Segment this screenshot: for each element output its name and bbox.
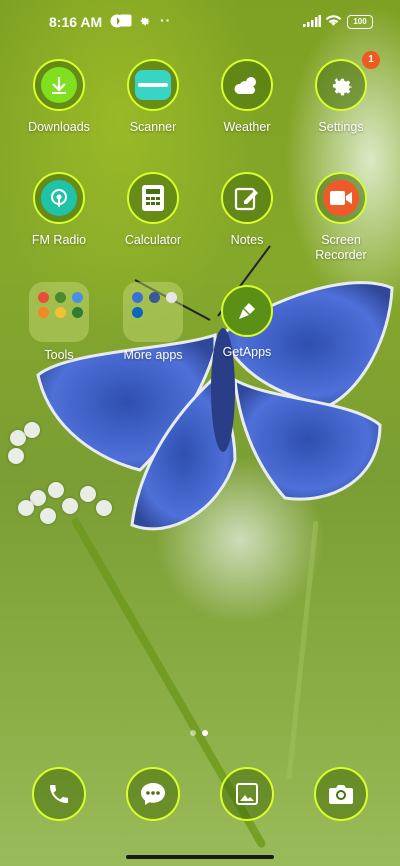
page-dot-active: [202, 730, 208, 736]
app-label: Downloads: [28, 120, 90, 134]
plant-stem: [286, 520, 319, 780]
app-screen-recorder[interactable]: Screen Recorder: [296, 172, 386, 263]
gear-icon: [332, 78, 352, 96]
folder-label: More apps: [123, 348, 183, 362]
app-label: FM Radio: [31, 233, 87, 247]
weather-icon: [234, 77, 256, 94]
app-icon-ring: [315, 59, 367, 111]
app-icon-ring: [221, 59, 273, 111]
mini-app-icon: [132, 307, 143, 318]
app-label: GetApps: [222, 345, 272, 359]
app-icon-ring: [127, 59, 179, 111]
notification-badge: 1: [362, 51, 380, 69]
calculator-icon: [142, 185, 164, 211]
app-icon-ring: [220, 767, 274, 821]
downloads-icon: [41, 67, 77, 103]
dock-gallery[interactable]: [202, 767, 292, 821]
app-label: Scanner: [129, 120, 177, 134]
app-settings[interactable]: 1 Settings: [296, 51, 386, 135]
app-icon-ring: [221, 172, 273, 224]
camera-icon: [329, 785, 353, 804]
home-indicator[interactable]: [126, 855, 274, 859]
mini-app-icon: [55, 292, 66, 303]
battery-icon: 100: [347, 15, 373, 29]
gallery-icon: [236, 783, 258, 805]
radio-icon: [41, 180, 77, 216]
screen-recorder-icon: [323, 180, 359, 216]
square-icon: [119, 14, 132, 32]
mini-app-icon: [132, 292, 143, 303]
app-icon-ring: [32, 767, 86, 821]
mini-app-icon: [38, 307, 49, 318]
app-icon-ring: [315, 172, 367, 224]
app-icon-ring: [314, 767, 368, 821]
app-label: Calculator: [124, 233, 182, 247]
mini-app-icon: [149, 292, 160, 303]
signal-icon: [303, 14, 321, 32]
page-indicator: [188, 730, 212, 738]
app-calculator[interactable]: Calculator: [108, 172, 198, 248]
mini-app-icon: [166, 292, 177, 303]
notes-icon: [234, 187, 258, 211]
folder-tools[interactable]: Tools: [14, 282, 104, 363]
app-weather[interactable]: Weather: [202, 59, 292, 135]
app-label: Weather: [223, 120, 271, 134]
mini-app-icon: [72, 307, 83, 318]
app-notes[interactable]: Notes: [202, 172, 292, 248]
mini-app-icon: [72, 292, 83, 303]
app-icon-ring: [126, 767, 180, 821]
page-dot: [190, 730, 196, 736]
app-fm-radio[interactable]: FM Radio: [14, 172, 104, 248]
scanner-icon: [135, 70, 171, 100]
app-getapps[interactable]: GetApps: [202, 285, 292, 360]
getapps-icon: [239, 303, 255, 319]
app-label: Settings: [318, 120, 364, 134]
wifi-icon: [325, 13, 342, 31]
app-label: Screen Recorder: [315, 233, 367, 262]
messages-icon: [141, 783, 165, 805]
folder-label: Tools: [44, 348, 74, 362]
app-icon-ring: [33, 172, 85, 224]
dock-messages[interactable]: [108, 767, 198, 821]
dock-phone[interactable]: [14, 767, 104, 821]
phone-icon: [50, 785, 68, 803]
app-scanner[interactable]: Scanner: [108, 59, 198, 135]
folder-icon: [29, 282, 89, 342]
app-downloads[interactable]: Downloads: [14, 59, 104, 135]
gear-icon: [138, 14, 151, 32]
folder-icon: [123, 282, 183, 342]
mini-app-icon: [38, 292, 49, 303]
app-icon-ring: [221, 285, 273, 337]
dock-camera[interactable]: [296, 767, 386, 821]
app-icon-ring: [127, 172, 179, 224]
folder-more-apps[interactable]: More apps: [108, 282, 198, 363]
status-bar: 8:16 AM ·· 100: [0, 0, 400, 44]
app-icon-ring: [33, 59, 85, 111]
mini-app-icon: [55, 307, 66, 318]
more-dots-icon: ··: [160, 12, 172, 28]
app-label: Notes: [230, 233, 264, 247]
clock-time: 8:16 AM: [49, 14, 103, 30]
